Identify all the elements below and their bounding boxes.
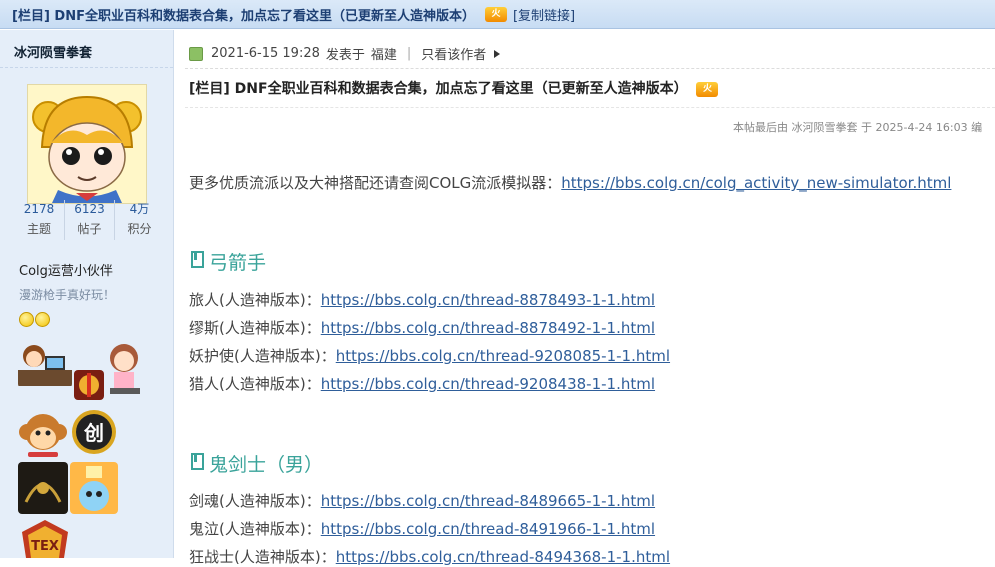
stat-points-label: 积分 [127, 222, 152, 236]
stat-posts-value: 6123 [74, 202, 105, 216]
anniversary-medal-icon[interactable] [70, 462, 118, 514]
gamer-medal-icon[interactable] [18, 342, 72, 388]
online-status-icon [189, 46, 203, 61]
thread-link[interactable]: https://bbs.colg.cn/thread-8878493-1-1.h… [321, 291, 655, 309]
thread-link[interactable]: https://bbs.colg.cn/thread-8489665-1-1.h… [321, 492, 655, 510]
smiley-icon [19, 312, 34, 327]
chevron-right-icon[interactable] [494, 49, 501, 58]
monkey-medal-icon[interactable] [18, 408, 68, 458]
stat-threads[interactable]: 2178 主题 [14, 200, 64, 240]
section-heading-text: 鬼剑士（男） [209, 454, 324, 476]
thread-link[interactable]: https://bbs.colg.cn/thread-8878492-1-1.h… [321, 319, 655, 337]
girl-medal-icon[interactable] [104, 342, 144, 394]
item-label: 狂战士(人造神版本)： [189, 548, 336, 566]
meta-divider-line [185, 68, 995, 69]
stat-posts-label: 帖子 [77, 222, 102, 236]
list-item: 妖护使(人造神版本)：https://bbs.colg.cn/thread-92… [189, 345, 670, 366]
item-label: 猎人(人造神版本)： [189, 375, 321, 393]
author-name[interactable]: 冰河陨雪拳套 [0, 30, 173, 68]
item-label: 剑魂(人造神版本)： [189, 492, 321, 510]
posted-label: 发表于 [325, 48, 365, 63]
section-heading-archer: 弓箭手 [191, 248, 266, 275]
meta-divider: | [406, 46, 412, 61]
list-item: 旅人(人造神版本)：https://bbs.colg.cn/thread-887… [189, 289, 655, 310]
list-item: 鬼泣(人造神版本)：https://bbs.colg.cn/thread-849… [189, 518, 655, 539]
user-signature: 漫游枪手真好玩！ [19, 288, 116, 302]
item-label: 缪斯(人造神版本)： [189, 319, 321, 337]
stat-threads-label: 主题 [26, 222, 51, 236]
svg-text:创: 创 [83, 421, 104, 445]
post-main: 2021-6-15 19:28 发表于 福建 | 只看该作者 [栏目] DNF全… [175, 30, 995, 566]
avatar-image [28, 85, 146, 203]
post-meta: 2021-6-15 19:28 发表于 福建 | 只看该作者 [189, 44, 501, 63]
svg-text:TEX: TEX [31, 539, 59, 554]
smiley-icon [35, 312, 50, 327]
thread-title-bar: [栏目] DNF全职业百科和数据表合集，加点忘了看这里（已更新至人造神版本） 火… [0, 0, 995, 29]
last-edited-note: 本帖最后由 冰河陨雪拳套 于 2025-4-24 16:03 编 [733, 121, 983, 134]
list-item: 狂战士(人造神版本)：https://bbs.colg.cn/thread-84… [189, 546, 670, 567]
bookmark-icon [191, 251, 204, 268]
copy-link-button[interactable]: [复制链接] [513, 5, 575, 24]
stat-points-value: 4万 [129, 202, 150, 216]
hot-icon: 火 [696, 81, 719, 97]
item-label: 鬼泣(人造神版本)： [189, 520, 321, 538]
list-item: 缪斯(人造神版本)：https://bbs.colg.cn/thread-887… [189, 317, 655, 338]
list-item: 剑魂(人造神版本)：https://bbs.colg.cn/thread-848… [189, 490, 655, 511]
stat-threads-value: 2178 [23, 202, 55, 216]
section-heading-slayer-male: 鬼剑士（男） [191, 450, 323, 477]
item-label: 旅人(人造神版本)： [189, 291, 321, 309]
thread-title: [栏目] DNF全职业百科和数据表合集，加点忘了看这里（已更新至人造神版本） [12, 8, 475, 24]
thread-link[interactable]: https://bbs.colg.cn/thread-8494368-1-1.h… [336, 548, 670, 566]
author-stats: 2178 主题 6123 帖子 4万 积分 [14, 200, 164, 240]
create-medal-icon[interactable]: 创 [70, 408, 118, 458]
item-label: 妖护使(人造神版本)： [189, 347, 336, 365]
only-author-link[interactable]: 只看该作者 [421, 44, 486, 63]
dark-medal-icon[interactable] [18, 462, 68, 514]
section-heading-text: 弓箭手 [209, 252, 267, 274]
intro-paragraph: 更多优质流派以及大神搭配还请查阅COLG流派模拟器：https://bbs.co… [189, 172, 951, 193]
user-group[interactable]: Colg运营小伙伴 [19, 260, 113, 279]
bookmark-icon [191, 453, 204, 470]
title-divider-line [185, 107, 995, 108]
stat-posts[interactable]: 6123 帖子 [64, 200, 114, 240]
post-title-text: [栏目] DNF全职业百科和数据表合集，加点忘了看这里（已更新至人造神版本） [189, 81, 688, 97]
thread-link[interactable]: https://bbs.colg.cn/thread-9208438-1-1.h… [321, 375, 655, 393]
hot-icon: 火 [484, 6, 507, 22]
simulator-link[interactable]: https://bbs.colg.cn/colg_activity_new-si… [561, 174, 951, 192]
author-panel: 冰河陨雪拳套 2178 主题 6123 帖子 4万 积分 Colg运营小伙伴 漫… [0, 30, 174, 558]
post-date: 2021-6-15 19:28 [211, 46, 320, 61]
tex-medal-icon[interactable]: TEX [22, 520, 68, 558]
stat-points[interactable]: 4万 积分 [114, 200, 164, 240]
thread-link[interactable]: https://bbs.colg.cn/thread-9208085-1-1.h… [336, 347, 670, 365]
intro-text: 更多优质流派以及大神搭配还请查阅COLG流派模拟器： [189, 174, 562, 192]
list-item: 猎人(人造神版本)：https://bbs.colg.cn/thread-920… [189, 373, 655, 394]
avatar[interactable] [27, 84, 147, 204]
post-title: [栏目] DNF全职业百科和数据表合集，加点忘了看这里（已更新至人造神版本） 火 [189, 78, 724, 98]
post-location: 福建 [370, 48, 397, 63]
thread-link[interactable]: https://bbs.colg.cn/thread-8491966-1-1.h… [321, 520, 655, 538]
gift-medal-icon[interactable] [74, 370, 104, 400]
